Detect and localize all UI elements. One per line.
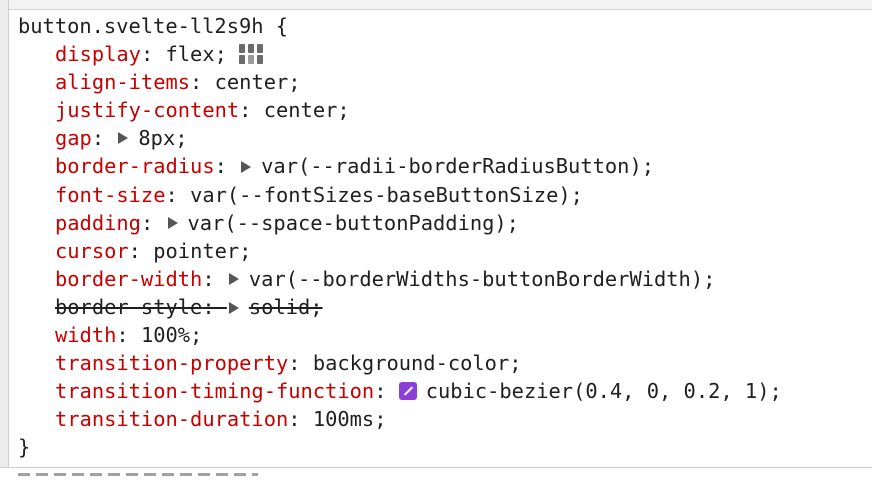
declaration-align-items[interactable]: align-items: center; (18, 68, 868, 96)
property-name[interactable]: border-radius (55, 152, 215, 180)
declaration-font-size[interactable]: font-size: var(--fontSizes-baseButtonSiz… (18, 181, 868, 209)
property-value[interactable]: background-color; (313, 349, 522, 377)
declaration-gap[interactable]: gap: 8px; (18, 124, 868, 152)
rule-selector[interactable]: button.svelte-ll2s9h { (18, 12, 288, 40)
property-value[interactable]: solid; (249, 295, 323, 319)
colon: : (288, 351, 313, 376)
property-name[interactable]: transition-timing-function (55, 377, 374, 405)
property-name[interactable]: align-items (55, 68, 190, 96)
property-name[interactable]: display (55, 40, 141, 68)
colon: : (202, 266, 227, 291)
colon: : (91, 126, 117, 151)
declaration-transition-property[interactable]: transition-property: background-color; (18, 349, 868, 377)
declaration-border-width[interactable]: border-width: var(--borderWidths-buttonB… (18, 265, 868, 293)
property-name[interactable]: border-style (55, 295, 202, 319)
colon: : (214, 154, 240, 179)
property-name[interactable]: padding (55, 209, 141, 237)
overridden-declaration[interactable]: border-style: solid; (55, 293, 323, 321)
top-divider (0, 0, 872, 10)
triangle-right-icon[interactable] (228, 301, 239, 314)
property-name[interactable]: width (55, 321, 116, 349)
declaration-width[interactable]: width: 100%; (18, 321, 868, 349)
property-value[interactable]: var(--borderWidths-buttonBorderWidth); (249, 265, 716, 293)
property-name[interactable]: transition-property (55, 349, 288, 377)
property-value[interactable]: cubic-bezier(0.4, 0, 0.2, 1); (426, 377, 782, 405)
declaration-padding[interactable]: padding: var(--space-buttonPadding); (18, 209, 868, 237)
closing-brace-line: } (18, 433, 868, 461)
triangle-right-icon[interactable] (167, 216, 178, 229)
colon: : (288, 407, 313, 432)
declaration-justify-content[interactable]: justify-content: center; (18, 96, 868, 124)
property-name[interactable]: transition-duration (55, 405, 288, 433)
closing-brace: } (18, 435, 31, 460)
selector-line[interactable]: button.svelte-ll2s9h { (18, 12, 868, 40)
colon: : (128, 238, 154, 263)
css-rule-panel: button.svelte-ll2s9h { display: flex; al… (0, 0, 872, 482)
left-gutter (0, 0, 9, 482)
colon: : (165, 182, 191, 207)
cutoff-text (18, 473, 258, 476)
property-value[interactable]: 100ms; (313, 405, 387, 433)
property-name[interactable]: justify-content (55, 96, 239, 124)
declaration-cursor[interactable]: cursor: pointer; (18, 237, 868, 265)
style-rule: button.svelte-ll2s9h { display: flex; al… (18, 12, 868, 462)
property-value[interactable]: flex; (166, 40, 227, 68)
triangle-right-icon[interactable] (118, 132, 129, 145)
declaration-border-style-overridden[interactable]: border-style: solid; (18, 293, 868, 321)
colon: : (374, 379, 399, 404)
colon: : (140, 42, 166, 67)
property-name[interactable]: font-size (55, 181, 166, 209)
declaration-transition-duration[interactable]: transition-duration: 100ms; (18, 405, 868, 433)
property-name[interactable]: gap (55, 124, 92, 152)
cubic-bezier-editor-icon[interactable] (398, 382, 417, 401)
triangle-right-icon[interactable] (228, 272, 239, 285)
property-value[interactable]: 100%; (141, 321, 202, 349)
next-rule-peek (18, 473, 278, 482)
property-name[interactable]: border-width (55, 265, 202, 293)
colon: : (202, 294, 227, 319)
colon: : (190, 70, 215, 95)
flexbox-editor-icon[interactable] (237, 42, 267, 66)
property-value[interactable]: 8px; (138, 124, 187, 152)
declaration-border-radius[interactable]: border-radius: var(--radii-borderRadiusB… (18, 152, 868, 180)
property-name[interactable]: cursor (55, 237, 129, 265)
declaration-transition-timing-function[interactable]: transition-timing-function: cubic-bezier… (18, 377, 868, 405)
colon: : (116, 323, 141, 348)
declaration-display[interactable]: display: flex; (18, 40, 868, 68)
colon: : (140, 210, 166, 235)
